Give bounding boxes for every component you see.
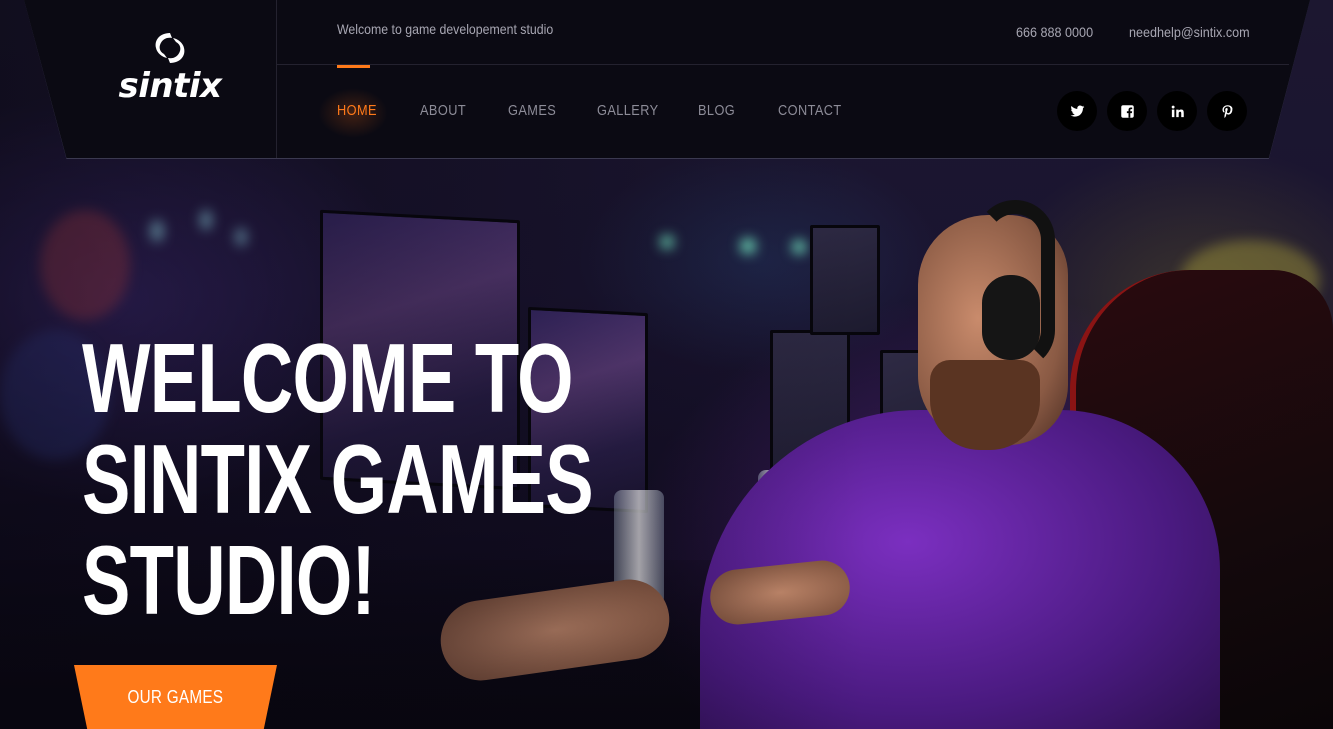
nav-item-blog[interactable]: BLOG	[698, 102, 735, 119]
hero-title-line-3: STUDIO!	[82, 525, 376, 635]
topbar-phone[interactable]: 666 888 0000	[1016, 24, 1093, 40]
topbar-email[interactable]: needhelp@sintix.com	[1129, 24, 1250, 40]
topbar-tagline: Welcome to game developement studio	[337, 21, 554, 37]
nav-item-gallery[interactable]: GALLERY	[597, 102, 659, 119]
twitter-icon	[1070, 105, 1084, 117]
logo-mark-icon	[155, 33, 185, 63]
pinterest-icon	[1222, 104, 1232, 118]
nav-item-contact[interactable]: CONTACT	[778, 102, 842, 119]
our-games-button[interactable]: OUR GAMES	[74, 665, 277, 729]
hero-title: WELCOME TO SINTIX GAMES STUDIO!	[82, 328, 600, 631]
nav-item-home[interactable]: HOME	[337, 102, 377, 119]
linkedin-button[interactable]	[1157, 91, 1197, 131]
main-nav: HOME ABOUT GAMES GALLERY BLOG CONTACT	[0, 66, 900, 158]
pinterest-button[interactable]	[1207, 91, 1247, 131]
our-games-button-label: OUR GAMES	[127, 686, 224, 707]
header-horizontal-divider	[277, 64, 1289, 65]
hero-title-line-1: WELCOME TO	[82, 323, 574, 433]
nav-item-games[interactable]: GAMES	[508, 102, 556, 119]
nav-item-about[interactable]: ABOUT	[420, 102, 466, 119]
twitter-button[interactable]	[1057, 91, 1097, 131]
linkedin-icon	[1171, 105, 1184, 117]
hero-title-line-2: SINTIX GAMES	[82, 424, 594, 534]
facebook-button[interactable]	[1107, 91, 1147, 131]
facebook-icon	[1120, 104, 1134, 118]
